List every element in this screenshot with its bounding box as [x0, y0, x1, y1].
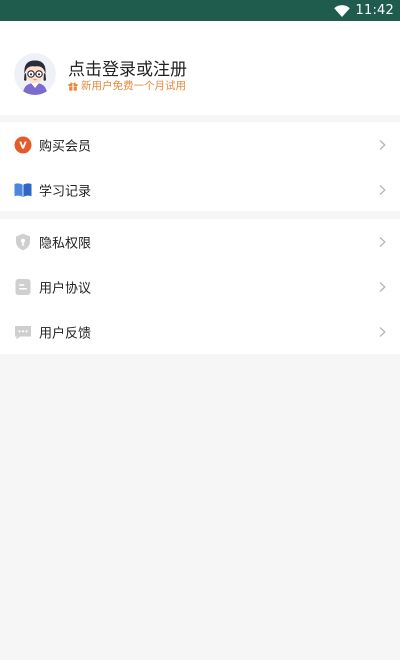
menu-group-settings: 隐私权限 用户协议 用户反馈 [0, 219, 400, 354]
free-trial-note: 新用户免费一个月试用 [68, 78, 186, 93]
menu-item-label: 用户反馈 [39, 326, 92, 341]
status-time: 11:42 [355, 3, 394, 18]
chevron-right-icon [379, 184, 386, 195]
menu-item-label: 隐私权限 [39, 236, 92, 251]
menu-item-privacy-permissions[interactable]: 隐私权限 [0, 219, 400, 264]
avatar-girl-glasses-icon [14, 53, 56, 95]
gift-icon [68, 81, 78, 91]
menu-item-study-records[interactable]: 学习记录 [0, 167, 400, 212]
shield-icon [16, 233, 30, 250]
chevron-right-icon [379, 281, 386, 292]
chevron-right-icon [379, 236, 386, 247]
menu-item-user-agreement[interactable]: 用户协议 [0, 264, 400, 309]
menu-item-label: 学习记录 [39, 184, 92, 199]
chevron-right-icon [379, 139, 386, 150]
menu-item-label: 购买会员 [39, 139, 92, 154]
status-indicators: 11:42 [333, 0, 394, 21]
free-trial-text: 新用户免费一个月试用 [81, 80, 186, 92]
menu-item-user-feedback[interactable]: 用户反馈 [0, 309, 400, 354]
menu-item-label: 用户协议 [39, 281, 92, 296]
feedback-icon [15, 325, 31, 339]
menu-item-buy-membership[interactable]: 购买会员 [0, 122, 400, 167]
menu-group-membership: 购买会员 学习记录 [0, 122, 400, 211]
wifi-icon [333, 4, 350, 17]
agreement-icon [15, 278, 31, 295]
open-book-icon [14, 182, 32, 197]
profile-header[interactable]: 点击登录或注册 新用户免费一个月试用 [0, 21, 400, 115]
chevron-right-icon [379, 326, 386, 337]
login-register-title[interactable]: 点击登录或注册 [68, 55, 187, 80]
avatar[interactable] [14, 53, 56, 95]
vip-badge-icon [14, 136, 32, 153]
status-bar: 11:42 [0, 0, 400, 21]
